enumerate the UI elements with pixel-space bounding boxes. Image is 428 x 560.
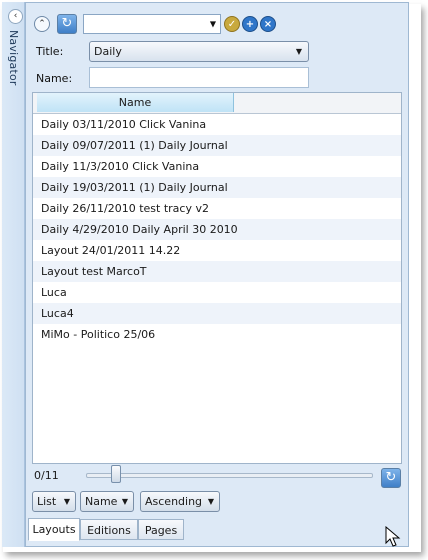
table-row[interactable]: Daily 03/11/2010 Click Vanina xyxy=(33,114,401,135)
collapse-up-icon[interactable]: ⌃ xyxy=(34,16,50,32)
chevron-down-icon: ▼ xyxy=(121,497,128,506)
navigator-sidebar[interactable]: ‹ Navigator xyxy=(2,2,25,547)
grid-rows: Daily 03/11/2010 Click Vanina Daily 09/07… xyxy=(33,114,401,345)
table-row[interactable]: MiMo - Politico 25/06 xyxy=(33,324,401,345)
table-row[interactable]: Daily 09/07/2011 (1) Daily Journal xyxy=(33,135,401,156)
mouse-pointer-icon xyxy=(385,526,401,547)
table-row[interactable]: Daily 26/11/2010 test tracy v2 xyxy=(33,198,401,219)
layouts-grid[interactable]: Name Daily 03/11/2010 Click Vanina Daily … xyxy=(32,92,402,464)
sidebar-label: Navigator xyxy=(7,30,20,86)
collapse-left-icon[interactable]: ‹ xyxy=(8,9,23,24)
table-row[interactable]: Daily 19/03/2011 (1) Daily Journal xyxy=(33,177,401,198)
tab-editions[interactable]: Editions xyxy=(80,519,138,540)
tab-layouts[interactable]: Layouts xyxy=(28,518,80,541)
column-header-name[interactable]: Name xyxy=(37,93,234,112)
tab-pages[interactable]: Pages xyxy=(138,519,184,540)
refresh-button[interactable]: ↻ xyxy=(57,14,77,34)
title-label: Title: xyxy=(36,45,64,58)
title-dropdown[interactable]: Daily ▼ xyxy=(89,41,309,62)
view-mode-value: List xyxy=(37,495,57,508)
sort-field-dropdown[interactable]: Name ▼ xyxy=(80,491,134,512)
view-mode-dropdown[interactable]: List ▼ xyxy=(32,491,76,512)
table-row[interactable]: Layout test MarcoT xyxy=(33,261,401,282)
confirm-check-icon[interactable]: ✓ xyxy=(224,16,240,32)
add-plus-icon[interactable]: + xyxy=(242,16,258,32)
table-row[interactable]: Daily 11/3/2010 Click Vanina xyxy=(33,156,401,177)
pager-count: 0/11 xyxy=(34,469,59,482)
table-row[interactable]: Luca4 xyxy=(33,303,401,324)
name-label: Name: xyxy=(36,72,73,85)
pager-refresh-button[interactable]: ↻ xyxy=(381,468,401,488)
pager-slider-thumb[interactable] xyxy=(111,465,121,483)
chevron-down-icon: ▼ xyxy=(63,497,70,506)
chevron-down-icon: ▼ xyxy=(209,19,216,29)
table-row[interactable]: Layout 24/01/2011 14.22 xyxy=(33,240,401,261)
table-row[interactable]: Luca xyxy=(33,282,401,303)
title-dropdown-value: Daily xyxy=(94,45,122,58)
name-input[interactable] xyxy=(89,67,309,88)
sort-order-value: Ascending xyxy=(145,495,203,508)
sort-field-value: Name xyxy=(85,495,118,508)
pager-slider-track[interactable] xyxy=(86,473,373,478)
chevron-down-icon: ▼ xyxy=(207,497,214,506)
selection-combobox[interactable]: ▼ xyxy=(83,14,221,34)
table-row[interactable]: Daily 4/29/2010 Daily April 30 2010 xyxy=(33,219,401,240)
close-x-icon[interactable]: × xyxy=(260,16,276,32)
grid-header: Name xyxy=(33,93,401,114)
chevron-down-icon: ▼ xyxy=(295,47,302,56)
sort-order-dropdown[interactable]: Ascending ▼ xyxy=(140,491,220,512)
navigator-panel: ⌃ ↻ ▼ ✓ + × Title: Daily ▼ Name: Name Da… xyxy=(25,2,409,547)
